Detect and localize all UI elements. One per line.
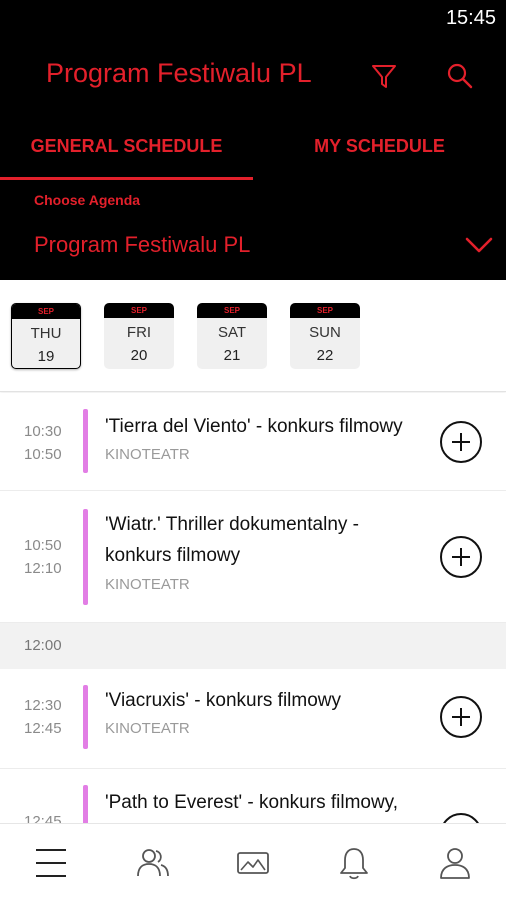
bell-icon (340, 848, 368, 880)
day-number: 19 (37, 348, 55, 365)
event-title: 'Tierra del Viento' - konkurs filmowy (105, 416, 403, 437)
add-to-schedule-button[interactable] (440, 813, 482, 823)
day-chip-fri[interactable]: SEP FRI 20 (104, 303, 174, 369)
menu-icon (36, 849, 66, 877)
event-item[interactable]: 10:50 12:10 'Wiatr.' Thriller dokumental… (0, 491, 506, 623)
chevron-down-icon[interactable] (464, 233, 494, 257)
bottom-navigation (0, 823, 506, 900)
plus-icon (452, 433, 470, 451)
gallery-icon (237, 852, 269, 874)
agenda-selector[interactable]: Program Festiwalu PL (34, 232, 250, 258)
event-end-time: 12:10 (24, 560, 62, 577)
event-title: 'Path to Everest' - konkurs filmowy, (105, 792, 399, 813)
event-start-time: 10:50 (24, 537, 62, 554)
event-start-time: 10:30 (24, 423, 62, 440)
search-icon (447, 63, 473, 89)
search-button[interactable] (440, 56, 480, 96)
event-start-time: 12:30 (24, 697, 62, 714)
event-color-bar (83, 509, 88, 605)
event-title: 'Viacruxis' - konkurs filmowy (105, 690, 342, 711)
tab-my-schedule[interactable]: MY SCHEDULE (253, 122, 506, 182)
day-chip-sat[interactable]: SEP SAT 21 (197, 303, 267, 369)
event-item[interactable]: 12:45 'Path to Everest' - konkurs filmow… (0, 769, 506, 823)
day-name: THU (30, 325, 62, 342)
event-end-time: 12:45 (24, 720, 62, 737)
active-tab-indicator (0, 177, 253, 180)
filter-icon (372, 65, 396, 88)
day-name: SAT (217, 324, 247, 341)
event-title: 'Wiatr.' Thriller dokumentalny - konkurs… (105, 514, 359, 566)
day-number: 21 (223, 347, 241, 364)
event-item[interactable]: 10:30 10:50 'Tierra del Viento' - konkur… (0, 393, 506, 491)
people-icon (137, 849, 169, 877)
schedule-tabs: GENERAL SCHEDULE MY SCHEDULE (0, 122, 506, 182)
day-chip-sun[interactable]: SEP SUN 22 (290, 303, 360, 369)
event-end-time: 10:50 (24, 446, 62, 463)
add-to-schedule-button[interactable] (440, 536, 482, 578)
day-selector: SEP THU 19 SEP FRI 20 SEP SAT 21 SEP SUN… (0, 280, 506, 392)
event-start-time: 12:45 (24, 813, 62, 823)
nav-gallery-button[interactable] (230, 840, 276, 886)
day-month: SEP (290, 303, 360, 318)
day-chip-thu[interactable]: SEP THU 19 (11, 303, 81, 369)
plus-icon (452, 548, 470, 566)
page-title: Program Festiwalu PL (46, 58, 312, 88)
day-number: 20 (130, 347, 148, 364)
agenda-caption: Choose Agenda (34, 192, 141, 208)
status-time: 15:45 (445, 7, 496, 29)
day-number: 22 (316, 347, 334, 364)
day-month: SEP (197, 303, 267, 318)
plus-icon (452, 708, 470, 726)
time-section-header: 12:00 (0, 623, 506, 669)
nav-profile-button[interactable] (432, 840, 478, 886)
day-month: SEP (12, 304, 80, 319)
nav-menu-button[interactable] (28, 840, 74, 886)
event-item[interactable]: 12:30 12:45 'Viacruxis' - konkurs filmow… (0, 669, 506, 769)
event-color-bar (83, 785, 88, 823)
nav-notifications-button[interactable] (331, 840, 377, 886)
event-venue: KINOTEATR (105, 446, 190, 463)
day-name: SUN (309, 324, 341, 341)
event-color-bar (83, 409, 88, 473)
add-to-schedule-button[interactable] (440, 421, 482, 463)
day-month: SEP (104, 303, 174, 318)
nav-people-button[interactable] (130, 840, 176, 886)
section-time-label: 12:00 (24, 637, 62, 654)
day-name: FRI (126, 324, 152, 341)
tab-general-schedule[interactable]: GENERAL SCHEDULE (0, 122, 253, 182)
event-color-bar (83, 685, 88, 749)
profile-icon (440, 848, 470, 879)
event-venue: KINOTEATR (105, 720, 190, 737)
app-header: 15:45 Program Festiwalu PL GENERAL SCHED… (0, 0, 506, 280)
filter-button[interactable] (364, 56, 404, 96)
event-venue: KINOTEATR (105, 576, 190, 593)
schedule-list: 10:30 10:50 'Tierra del Viento' - konkur… (0, 393, 506, 823)
add-to-schedule-button[interactable] (440, 696, 482, 738)
